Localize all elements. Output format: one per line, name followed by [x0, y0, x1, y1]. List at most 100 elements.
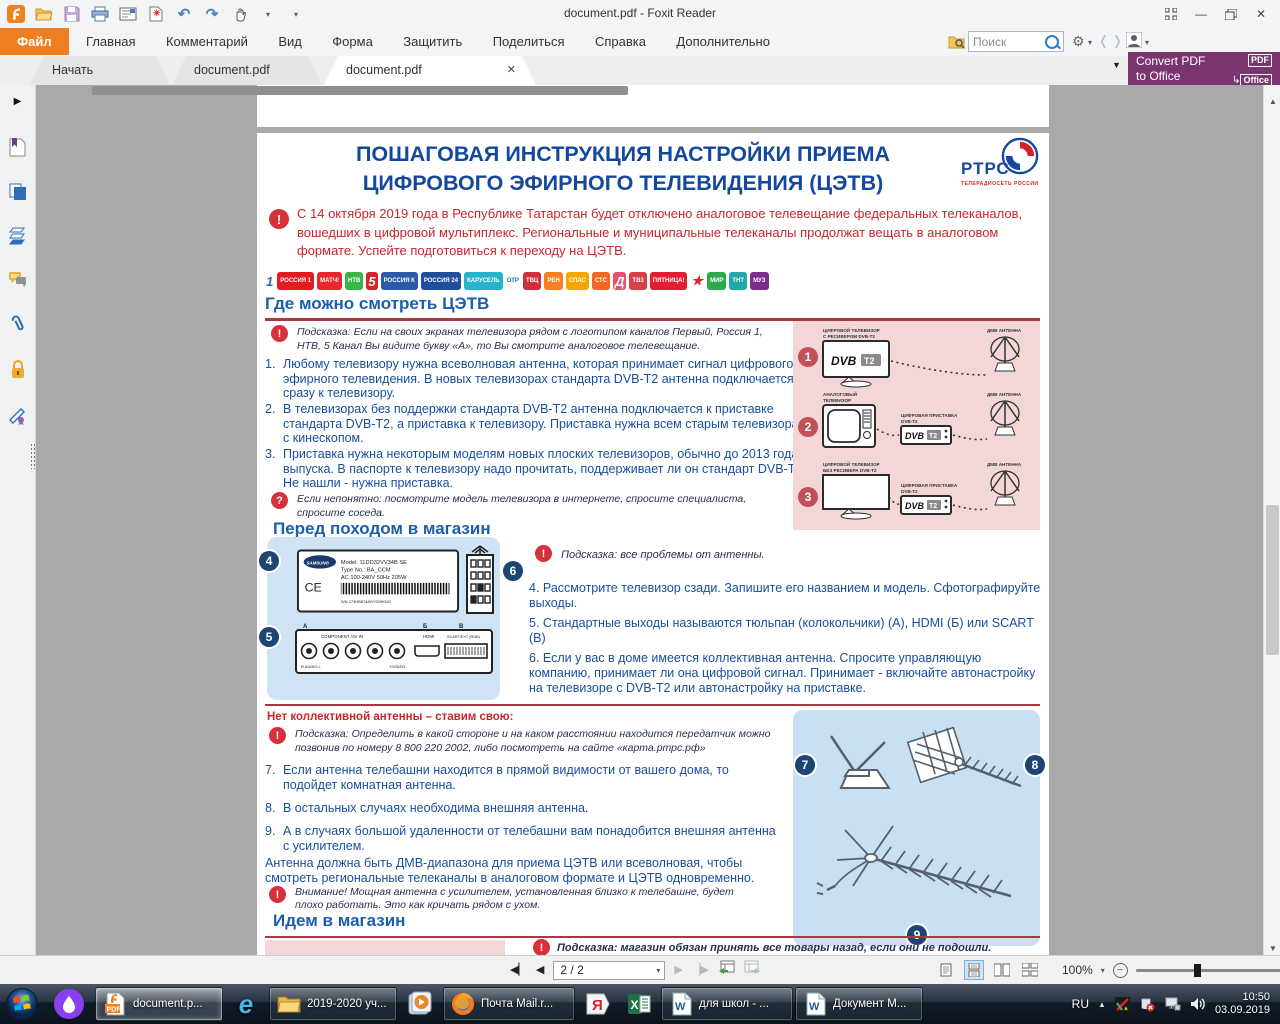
warning-icon: ! [269, 886, 286, 903]
tab-close-icon[interactable]: ✕ [507, 56, 516, 85]
open-file-icon[interactable] [32, 3, 56, 25]
yandex-browser-icon[interactable]: Я [576, 992, 618, 1016]
tv-connection-diagram-panel: 1 2 3 ЦИФРОВОЙ ТЕЛЕВИЗОР С РЕСИВЕРОМ DVB… [793, 321, 1040, 530]
menu-home[interactable]: Главная [73, 28, 148, 55]
layers-icon[interactable] [7, 225, 28, 246]
action-center-alert-icon[interactable] [1140, 996, 1156, 1012]
save-icon[interactable] [60, 3, 84, 25]
single-page-view-icon[interactable] [936, 960, 956, 980]
next-page-icon[interactable]: ▶ [674, 965, 682, 976]
undo-icon[interactable]: ↶ [172, 3, 196, 25]
search-folder-icon[interactable] [945, 31, 969, 53]
continuous-view-icon[interactable] [964, 960, 984, 980]
search-icon[interactable] [1045, 35, 1059, 49]
zoom-dropdown-icon[interactable]: ▾ [1101, 966, 1105, 975]
document-pane[interactable]: ПОШАГОВАЯ ИНСТРУКЦИЯ НАСТРОЙКИ ПРИЕМАЦИФ… [36, 85, 1263, 955]
vertical-scrollbar[interactable]: ▲ ▼ [1263, 85, 1280, 955]
account-avatar-icon[interactable] [1126, 32, 1142, 53]
hand-tool-dropdown[interactable]: ▾ [256, 3, 280, 25]
close-button[interactable]: ✕ [1246, 3, 1276, 25]
expand-panel-icon[interactable]: ▶ [7, 91, 28, 112]
restore-button[interactable] [1216, 3, 1246, 25]
taskb-foxit[interactable]: PDF document.p... [95, 987, 223, 1021]
antivirus-tray-icon[interactable] [1115, 996, 1131, 1012]
zoom-slider[interactable] [1136, 969, 1280, 972]
horizontal-scrollbar-thumb[interactable] [92, 86, 628, 95]
zoom-slider-thumb[interactable] [1194, 964, 1201, 977]
menu-help[interactable]: Справка [582, 28, 659, 55]
step-1: 1.Любому телевизору нужна всеволновая ан… [265, 357, 813, 401]
page-number-input[interactable]: 2 / 2 ▾ [553, 961, 665, 980]
scroll-down-icon[interactable]: ▼ [1269, 944, 1277, 953]
attachments-icon[interactable] [7, 313, 28, 334]
channel-logo-РЕН ТВ: РЕН [544, 272, 562, 290]
zoom-out-button[interactable]: − [1113, 963, 1128, 978]
page-dropdown-icon[interactable]: ▾ [656, 966, 664, 975]
security-icon[interactable] [7, 359, 28, 380]
gear-dropdown[interactable]: ▾ [1088, 38, 1092, 47]
last-page-icon[interactable]: ▕▶ [692, 965, 709, 976]
svg-text:W: W [809, 1001, 820, 1013]
continuous-facing-view-icon[interactable] [1020, 960, 1040, 980]
hand-tool-icon[interactable] [228, 3, 252, 25]
media-player-icon[interactable] [398, 992, 442, 1016]
ui-layout-icon[interactable] [1156, 3, 1186, 25]
window-controls: — ✕ [1156, 3, 1276, 25]
volume-tray-icon[interactable] [1190, 996, 1206, 1012]
bookmarks-icon[interactable] [7, 137, 28, 158]
facing-view-icon[interactable] [992, 960, 1012, 980]
svg-text:DVB: DVB [905, 501, 925, 511]
convert-dropdown-caret[interactable]: ▼ [1112, 60, 1121, 70]
page-thumbnails-icon[interactable] [7, 181, 28, 202]
tab-document-2-active[interactable]: document.pdf ✕ [324, 56, 536, 85]
taskbar-clock[interactable]: 10:50 03.09.2019 [1215, 991, 1270, 1017]
tab-document-1[interactable]: document.pdf [172, 56, 322, 85]
customize-toolbar-dropdown[interactable]: ▾ [284, 3, 308, 25]
menu-file[interactable]: Файл [0, 28, 69, 55]
menu-extra[interactable]: Дополнительно [663, 28, 783, 55]
taskb-folder[interactable]: 2019-2020 уч... [269, 987, 397, 1021]
show-hidden-icons[interactable]: ▲ [1098, 1000, 1106, 1009]
menu-protect[interactable]: Защитить [390, 28, 475, 55]
tv-label-panel: SAMSUNG CE Model: 11DD32VV34B SE Type No… [267, 537, 500, 700]
back-icon[interactable]: ❬ [1098, 33, 1109, 49]
convert-pdf-banner[interactable]: Convert PDF to Office PDF ↳Office [1128, 52, 1280, 85]
start-button[interactable] [0, 992, 44, 1016]
vertical-scrollbar-thumb[interactable] [1266, 505, 1279, 655]
foxit-logo-icon[interactable] [4, 3, 28, 25]
taskb-firefox[interactable]: Почта Mail.r... [443, 987, 575, 1021]
taskb-word-1[interactable]: W для школ - ... [661, 987, 793, 1021]
print-icon[interactable] [88, 3, 112, 25]
scroll-up-icon[interactable]: ▲ [1269, 97, 1277, 106]
menu-comment[interactable]: Комментарий [153, 28, 261, 55]
svg-text:CE: CE [305, 580, 322, 594]
new-from-file-icon[interactable]: ✳ [144, 3, 168, 25]
first-page-icon[interactable]: ◀▏ [510, 965, 527, 976]
gear-icon[interactable]: ⚙ [1072, 33, 1085, 50]
email-document-icon[interactable] [116, 3, 140, 25]
previous-view-icon[interactable] [718, 960, 735, 980]
menu-share[interactable]: Поделиться [480, 28, 578, 55]
forward-icon[interactable]: ❭ [1112, 33, 1123, 49]
previous-page-icon[interactable]: ◀ [536, 965, 544, 976]
channel-logo-Матч ТВ: МАТЧ! [317, 272, 342, 290]
redo-icon[interactable]: ↷ [200, 3, 224, 25]
minimize-button[interactable]: — [1186, 3, 1216, 25]
digital-signature-icon[interactable] [7, 405, 28, 426]
account-dropdown[interactable]: ▾ [1145, 38, 1149, 47]
comments-icon[interactable] [7, 269, 28, 290]
language-indicator[interactable]: RU [1072, 997, 1089, 1011]
excel-icon[interactable]: X [618, 992, 660, 1016]
menu-form[interactable]: Форма [319, 28, 386, 55]
arrow-glyph: ↳ [1232, 75, 1240, 86]
menu-view[interactable]: Вид [265, 28, 315, 55]
alice-assistant-icon[interactable] [44, 992, 94, 1016]
network-tray-icon[interactable] [1165, 996, 1181, 1012]
zoom-level-value: 100% [1062, 963, 1093, 977]
search-input[interactable]: Поиск [968, 31, 1064, 52]
tab-start[interactable]: Начать [30, 56, 170, 85]
internet-explorer-icon[interactable]: e [224, 992, 268, 1016]
windows-taskbar: PDF document.p... e 2019-2020 уч... Почт… [0, 984, 1280, 1024]
next-view-icon[interactable] [744, 960, 761, 980]
taskb-word-2[interactable]: W Документ М... [795, 987, 923, 1021]
